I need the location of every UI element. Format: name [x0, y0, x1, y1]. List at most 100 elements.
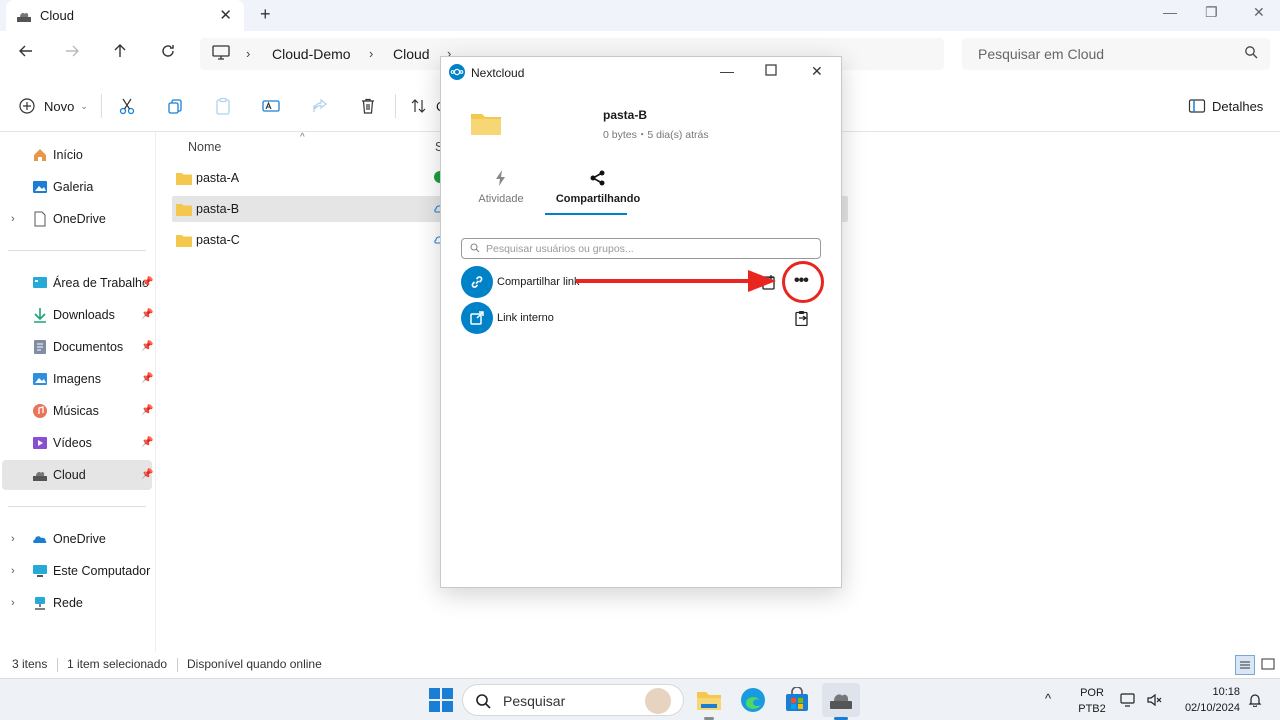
close-window-button[interactable]: ✕: [1253, 4, 1265, 21]
tiles-view-button[interactable]: [1259, 655, 1279, 675]
new-tab-button[interactable]: +: [260, 4, 271, 25]
rename-button[interactable]: [262, 96, 280, 116]
dialog-title: Nextcloud: [471, 66, 525, 80]
breadcrumb-cloud[interactable]: Cloud: [393, 46, 430, 62]
language-indicator[interactable]: POR: [1074, 687, 1110, 699]
folder-meta: 0 bytes・5 dia(s) atrás: [603, 129, 709, 141]
item-count: 3 itens: [12, 657, 48, 671]
divider: [8, 250, 146, 251]
sidebar-item-imagens[interactable]: Imagens 📌: [2, 364, 153, 394]
document-icon: [34, 211, 46, 227]
pictures-icon: [33, 373, 47, 385]
computer-icon: [33, 565, 47, 577]
annotation-circle: [782, 261, 824, 303]
sidebar-item-videos[interactable]: Vídeos 📌: [2, 428, 154, 458]
arrow-up-icon: [114, 44, 126, 57]
tab-atividade[interactable]: Atividade: [477, 169, 525, 205]
cloud-drive-icon: [830, 694, 852, 709]
dialog-title-bar: Nextcloud — ✕: [441, 57, 841, 87]
share-search-input[interactable]: Pesquisar usuários ou grupos...: [461, 238, 821, 259]
tab-title: Cloud: [40, 8, 74, 23]
sidebar-item-este-computador[interactable]: › Este Computador: [2, 556, 152, 586]
sidebar-item-onedrive[interactable]: › OneDrive: [2, 524, 152, 554]
search-icon: [470, 243, 480, 253]
chevron-right-icon[interactable]: ›: [11, 565, 15, 577]
keyboard-layout[interactable]: PTB2: [1074, 703, 1110, 715]
clock-time[interactable]: 10:18: [1180, 686, 1240, 698]
link-avatar: [461, 266, 493, 298]
documents-icon: [34, 340, 46, 354]
store-icon[interactable]: [784, 687, 810, 713]
volume-muted-icon[interactable]: [1146, 692, 1162, 708]
home-icon: [34, 149, 46, 161]
sidebar-item-documentos[interactable]: Documentos 📌: [2, 332, 153, 362]
dialog-maximize-button[interactable]: [765, 63, 777, 79]
gallery-icon: [33, 181, 47, 193]
divider: [177, 658, 178, 672]
copy-to-clipboard-icon[interactable]: [794, 310, 810, 326]
sidebar-item-downloads[interactable]: Downloads 📌: [2, 300, 153, 330]
breadcrumb-cloud-demo[interactable]: Cloud-Demo: [272, 46, 351, 62]
network-status-icon[interactable]: [1120, 692, 1136, 708]
up-button[interactable]: [110, 43, 130, 63]
taskbar-search-input[interactable]: Pesquisar: [462, 684, 684, 716]
new-button-label: Novo: [44, 98, 75, 114]
details-button[interactable]: Detalhes: [1188, 96, 1263, 116]
sort-ascending-icon: ^: [300, 132, 305, 143]
show-hidden-icons-button[interactable]: ^: [1045, 691, 1051, 706]
windows-start-icon[interactable]: [428, 687, 454, 713]
clock-date[interactable]: 02/10/2024: [1170, 702, 1240, 714]
cut-button[interactable]: [118, 96, 136, 116]
back-button[interactable]: [16, 43, 36, 63]
arrow-left-icon: [19, 45, 32, 57]
plus-circle-icon: [19, 98, 35, 114]
lightning-icon: [496, 170, 505, 186]
share-link-label: Compartilhar link: [497, 276, 580, 288]
annotation-arrow: [576, 270, 776, 292]
share-button[interactable]: [311, 96, 329, 116]
new-button[interactable]: Novo ⌄: [18, 96, 88, 116]
folder-name: pasta-B: [603, 108, 648, 122]
chevron-right-icon[interactable]: ›: [11, 213, 15, 225]
minimize-button[interactable]: —: [1163, 4, 1177, 20]
copy-button[interactable]: [166, 96, 184, 116]
forward-button[interactable]: [62, 43, 82, 63]
edge-browser-icon[interactable]: [740, 687, 766, 713]
delete-button[interactable]: [359, 96, 377, 116]
details-view-button[interactable]: [1235, 655, 1255, 675]
computer-icon: [212, 45, 230, 60]
chevron-right-icon[interactable]: ›: [11, 533, 15, 545]
network-icon: [35, 597, 45, 610]
details-pane-icon: [1188, 99, 1206, 113]
sidebar-item-musicas[interactable]: Músicas 📌: [2, 396, 153, 426]
availability-status: Disponível quando online: [187, 657, 322, 671]
search-placeholder: Pesquisar em Cloud: [978, 46, 1105, 62]
dialog-minimize-button[interactable]: —: [720, 63, 734, 79]
folder-icon: [176, 173, 192, 185]
navigation-pane: Início Galeria › OneDrive Área de Trabal…: [0, 132, 156, 652]
folder-icon: [176, 204, 192, 216]
sidebar-item-onedrive-personal[interactable]: › OneDrive: [2, 204, 152, 234]
search-icon: [476, 694, 491, 709]
tab-cloud[interactable]: Cloud ✕: [6, 0, 244, 31]
maximize-button[interactable]: ❐: [1205, 4, 1218, 21]
internal-link-avatar: [461, 302, 493, 334]
sidebar-item-inicio[interactable]: Início: [2, 140, 152, 170]
paste-button[interactable]: [214, 96, 232, 116]
tab-compartilhando[interactable]: Compartilhando: [551, 169, 645, 205]
file-explorer-icon[interactable]: [696, 687, 722, 713]
copy-icon: [168, 99, 182, 114]
close-tab-icon[interactable]: ✕: [219, 6, 232, 24]
notification-bell-icon[interactable]: [1248, 693, 1262, 707]
sidebar-item-area-de-trabalho[interactable]: Área de Trabalho 📌: [2, 268, 153, 298]
dialog-close-button[interactable]: ✕: [811, 63, 823, 80]
maximize-icon: [765, 64, 777, 76]
sidebar-item-galeria[interactable]: Galeria: [2, 172, 152, 202]
pin-icon: 📌: [141, 437, 154, 448]
search-input[interactable]: Pesquisar em Cloud: [962, 38, 1270, 70]
chevron-right-icon[interactable]: ›: [11, 597, 15, 609]
column-header-name[interactable]: Nome: [188, 140, 221, 154]
sidebar-item-rede[interactable]: › Rede: [2, 588, 152, 618]
sidebar-item-cloud[interactable]: Cloud 📌: [2, 460, 153, 490]
refresh-button[interactable]: [158, 43, 178, 63]
